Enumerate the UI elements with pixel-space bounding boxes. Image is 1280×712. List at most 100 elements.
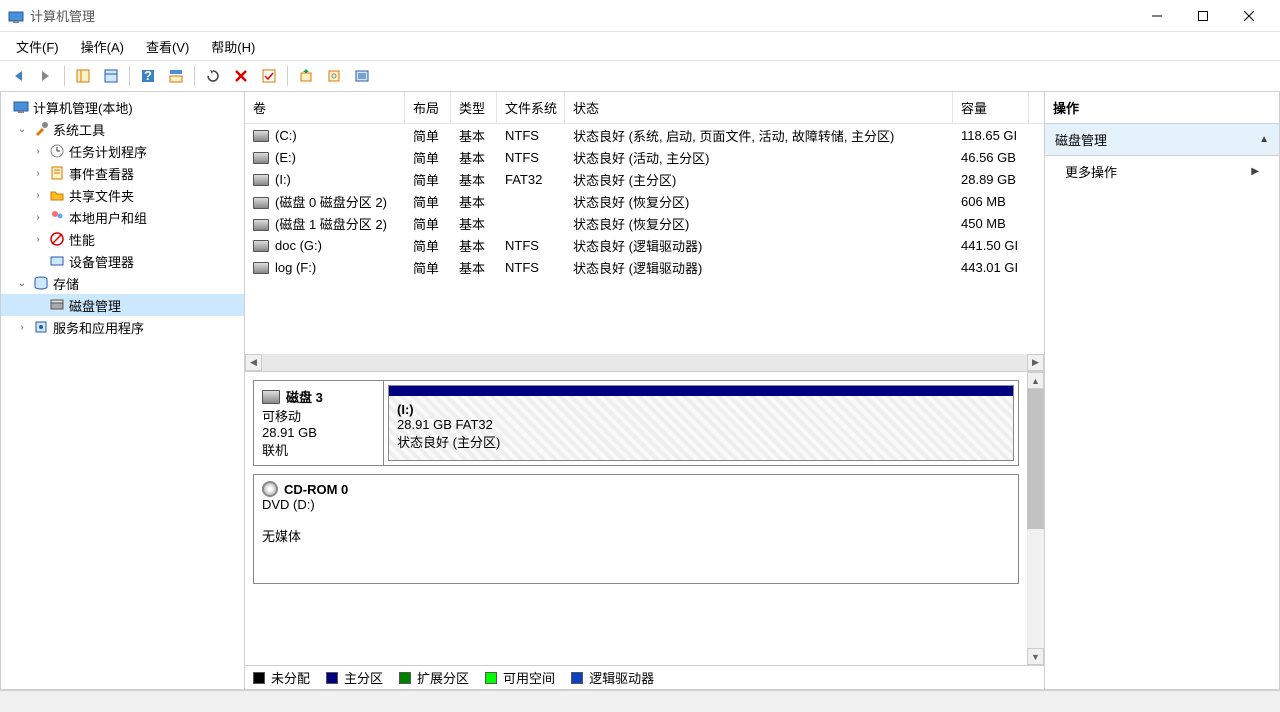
tree-disk-management[interactable]: 磁盘管理 (1, 294, 244, 316)
tree-event-viewer[interactable]: ›事件查看器 (1, 162, 244, 184)
performance-icon (49, 231, 65, 247)
tree-services[interactable]: › 服务和应用程序 (1, 316, 244, 338)
tree-storage[interactable]: ⌄ 存储 (1, 272, 244, 294)
close-button[interactable] (1226, 1, 1272, 31)
clock-icon (49, 143, 65, 159)
tree-local-users[interactable]: ›本地用户和组 (1, 206, 244, 228)
expand-icon[interactable]: › (31, 212, 45, 223)
folder-share-icon (49, 187, 65, 203)
list-button[interactable] (350, 64, 374, 88)
partition-i[interactable]: (I:) 28.91 GB FAT32 状态良好 (主分区) (388, 385, 1014, 461)
tree-systools[interactable]: ⌄ 系统工具 (1, 118, 244, 140)
horizontal-scrollbar[interactable]: ◀ ▶ (245, 354, 1044, 371)
legend: 未分配 主分区 扩展分区 可用空间 逻辑驱动器 (245, 665, 1044, 689)
column-volume[interactable]: 卷 (245, 92, 405, 123)
main-content: 计算机管理(本地) ⌄ 系统工具 ›任务计划程序 ›事件查看器 ›共享文件夹 ›… (0, 92, 1280, 690)
partition-body: (I:) 28.91 GB FAT32 状态良好 (主分区) (389, 396, 1013, 460)
scroll-up-button[interactable]: ▲ (1027, 372, 1044, 389)
show-hide-tree-button[interactable] (71, 64, 95, 88)
column-type[interactable]: 类型 (451, 92, 497, 123)
volume-icon (253, 262, 269, 274)
properties-button[interactable] (99, 64, 123, 88)
volume-list-body[interactable]: (C:)简单基本NTFS状态良好 (系统, 启动, 页面文件, 活动, 故障转储… (245, 124, 1044, 354)
volume-row[interactable]: (I:)简单基本FAT32状态良好 (主分区)28.89 GB (245, 168, 1044, 190)
actions-more[interactable]: 更多操作 ▶ (1045, 156, 1279, 187)
separator (64, 66, 65, 86)
check-button[interactable] (257, 64, 281, 88)
column-status[interactable]: 状态 (565, 92, 953, 123)
tree-shared-folders[interactable]: ›共享文件夹 (1, 184, 244, 206)
maximize-button[interactable] (1180, 1, 1226, 31)
volume-row[interactable]: doc (G:)简单基本NTFS状态良好 (逻辑驱动器)441.50 GI (245, 234, 1044, 256)
vertical-scrollbar[interactable]: ▲ ▼ (1027, 372, 1044, 665)
scroll-track[interactable] (262, 354, 1027, 371)
refresh-button[interactable] (201, 64, 225, 88)
legend-swatch-logical (571, 672, 583, 684)
tree-device-manager[interactable]: 设备管理器 (1, 250, 244, 272)
scroll-left-button[interactable]: ◀ (245, 354, 262, 371)
computer-icon (13, 99, 29, 115)
volume-row[interactable]: (C:)简单基本NTFS状态良好 (系统, 启动, 页面文件, 活动, 故障转储… (245, 124, 1044, 146)
volume-icon (253, 197, 269, 209)
volume-list: 卷 布局 类型 文件系统 状态 容量 (C:)简单基本NTFS状态良好 (系统,… (245, 92, 1044, 372)
column-layout[interactable]: 布局 (405, 92, 451, 123)
disk-partitions (384, 475, 1018, 583)
volume-row[interactable]: (磁盘 0 磁盘分区 2)简单基本状态良好 (恢复分区)606 MB (245, 190, 1044, 212)
separator (194, 66, 195, 86)
collapse-icon[interactable]: ⌄ (15, 124, 29, 135)
menu-view[interactable]: 查看(V) (136, 33, 199, 60)
disk-drive-icon (262, 390, 280, 404)
forward-button[interactable] (34, 64, 58, 88)
menubar: 文件(F) 操作(A) 查看(V) 帮助(H) (0, 32, 1280, 60)
scroll-thumb[interactable] (1027, 389, 1044, 529)
scroll-down-button[interactable]: ▼ (1027, 648, 1044, 665)
volume-icon (253, 130, 269, 142)
actions-header: 操作 (1045, 92, 1279, 124)
toolbar: ? (0, 60, 1280, 92)
find-button[interactable] (322, 64, 346, 88)
disk-graphical-view: 磁盘 3 可移动 28.91 GB 联机 (I:) 28.91 GB FAT32… (245, 372, 1044, 665)
column-filesystem[interactable]: 文件系统 (497, 92, 565, 123)
collapse-icon[interactable]: ⌄ (15, 278, 29, 289)
expand-icon[interactable]: › (31, 146, 45, 157)
disk-row-cdrom0[interactable]: CD-ROM 0 DVD (D:) 无媒体 (253, 474, 1019, 584)
volume-icon (253, 219, 269, 231)
legend-swatch-free (485, 672, 497, 684)
volume-row[interactable]: (磁盘 1 磁盘分区 2)简单基本状态良好 (恢复分区)450 MB (245, 212, 1044, 234)
tree-performance[interactable]: ›性能 (1, 228, 244, 250)
menu-file[interactable]: 文件(F) (6, 33, 69, 60)
navigation-tree[interactable]: 计算机管理(本地) ⌄ 系统工具 ›任务计划程序 ›事件查看器 ›共享文件夹 ›… (0, 92, 245, 690)
volume-list-header: 卷 布局 类型 文件系统 状态 容量 (245, 92, 1044, 124)
app-icon (8, 8, 24, 24)
menu-action[interactable]: 操作(A) (71, 33, 134, 60)
scroll-track[interactable] (1027, 389, 1044, 648)
minimize-button[interactable] (1134, 1, 1180, 31)
volume-icon (253, 174, 269, 186)
volume-icon (253, 240, 269, 252)
scroll-right-button[interactable]: ▶ (1027, 354, 1044, 371)
help-button[interactable]: ? (136, 64, 160, 88)
delete-button[interactable] (229, 64, 253, 88)
tools-icon (33, 121, 49, 137)
column-capacity[interactable]: 容量 (953, 92, 1029, 123)
separator (287, 66, 288, 86)
tree-root[interactable]: 计算机管理(本地) (1, 96, 244, 118)
titlebar: 计算机管理 (0, 0, 1280, 32)
back-button[interactable] (6, 64, 30, 88)
statusbar (0, 690, 1280, 712)
expand-icon[interactable]: › (31, 234, 45, 245)
disk-row-disk3[interactable]: 磁盘 3 可移动 28.91 GB 联机 (I:) 28.91 GB FAT32… (253, 380, 1019, 466)
view-top-button[interactable] (164, 64, 188, 88)
volume-row[interactable]: (E:)简单基本NTFS状态良好 (活动, 主分区)46.56 GB (245, 146, 1044, 168)
expand-icon[interactable]: › (15, 322, 29, 333)
actions-section-diskmgmt[interactable]: 磁盘管理 ▲ (1045, 124, 1279, 156)
expand-icon[interactable]: › (31, 190, 45, 201)
disk-graphical-content[interactable]: 磁盘 3 可移动 28.91 GB 联机 (I:) 28.91 GB FAT32… (245, 372, 1027, 665)
volume-icon (253, 152, 269, 164)
tree-task-scheduler[interactable]: ›任务计划程序 (1, 140, 244, 162)
settings-button[interactable] (294, 64, 318, 88)
menu-help[interactable]: 帮助(H) (201, 33, 265, 60)
volume-row[interactable]: log (F:)简单基本NTFS状态良好 (逻辑驱动器)443.01 GI (245, 256, 1044, 278)
expand-icon[interactable]: › (31, 168, 45, 179)
users-icon (49, 209, 65, 225)
